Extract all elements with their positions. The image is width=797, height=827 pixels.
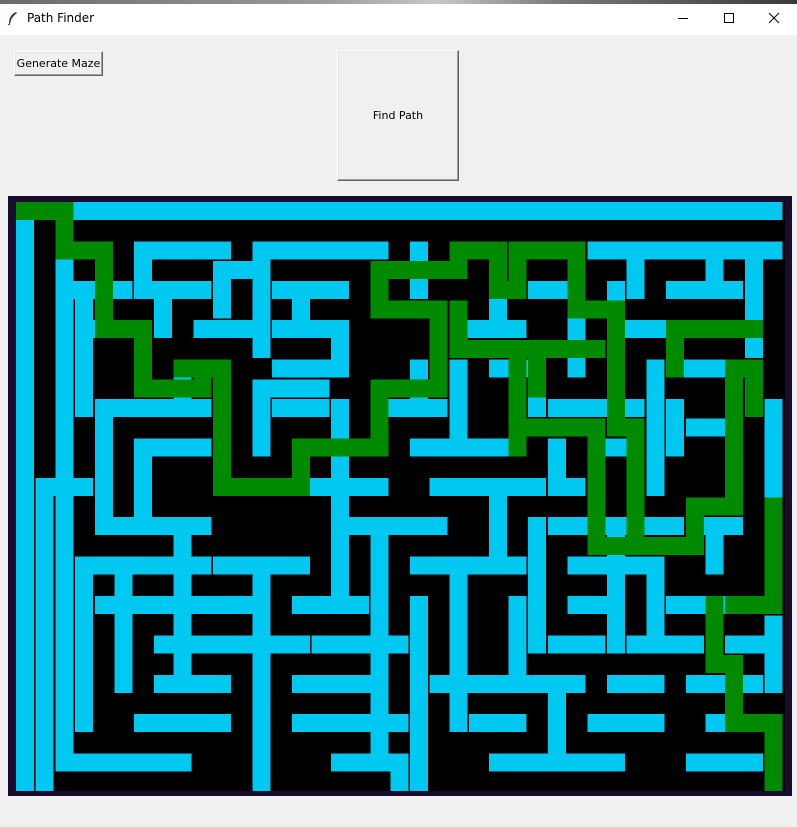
maze-passage <box>272 359 350 378</box>
maze-passage <box>114 556 133 693</box>
maze-passage <box>272 280 350 299</box>
maze-passage <box>75 280 94 417</box>
solution-segment <box>607 300 625 437</box>
maximize-button[interactable] <box>706 4 752 32</box>
maze-passage <box>252 241 271 358</box>
maze-passage <box>311 635 409 654</box>
maze-passage <box>685 753 763 772</box>
maze-passage <box>291 674 389 693</box>
maze-passage <box>508 596 527 693</box>
maze-passage <box>626 635 704 654</box>
maze-passage <box>410 596 428 791</box>
maze-passage <box>528 517 547 654</box>
maze-passage <box>75 556 94 733</box>
maze-passage <box>134 714 231 733</box>
maze-passage <box>153 280 172 339</box>
maze-passage <box>252 241 389 260</box>
maze-passage <box>764 615 783 693</box>
maze-passage <box>291 596 369 614</box>
close-button[interactable] <box>751 4 797 32</box>
maze-passage <box>331 517 448 536</box>
maze-passage <box>272 399 330 417</box>
solution-segment <box>666 320 685 378</box>
maze-passage <box>390 753 409 791</box>
maze-passage <box>55 753 192 772</box>
maze-passage <box>744 241 763 358</box>
close-icon <box>768 12 780 24</box>
solution-segment <box>744 359 763 417</box>
solution-segment <box>626 418 645 555</box>
minimize-button[interactable] <box>660 4 706 32</box>
maze-passage <box>410 556 527 575</box>
maze-passage <box>16 202 783 220</box>
solution-segment <box>587 418 606 555</box>
maze-passage <box>213 261 231 319</box>
maze-passage <box>488 753 625 772</box>
maze-passage <box>252 379 271 457</box>
maze-passage <box>94 399 113 536</box>
maze-passage <box>55 280 133 299</box>
maze-passage <box>567 596 625 614</box>
maze-passage <box>587 714 665 733</box>
maze-passage <box>134 438 153 536</box>
find-path-button[interactable]: Find Path <box>337 50 459 181</box>
maze-passage <box>449 556 468 733</box>
maze-passage <box>153 674 231 693</box>
maze-passage <box>488 477 507 575</box>
maze-passage <box>94 517 212 536</box>
maze-passage <box>607 674 665 693</box>
maze-passage <box>252 556 271 791</box>
maze-passage <box>291 714 409 733</box>
maze-passage <box>666 280 744 299</box>
maze-passage <box>626 241 645 299</box>
maze-passage <box>449 359 468 457</box>
maze-passage <box>646 359 665 496</box>
maze-passage <box>685 674 763 693</box>
maze-grid[interactable] <box>8 196 792 796</box>
maze-passage <box>173 517 192 693</box>
maze-passage <box>705 517 724 575</box>
title-bar: Path Finder <box>0 0 797 35</box>
solution-segment <box>725 596 783 614</box>
feather-icon <box>7 12 17 25</box>
solution-segment <box>764 714 783 791</box>
maze-passage <box>547 438 566 496</box>
window-title: Path Finder <box>27 11 95 25</box>
maze-passage <box>153 635 310 654</box>
maze-passage <box>134 280 212 299</box>
solution-segment <box>587 536 645 555</box>
maze-passage <box>547 635 606 654</box>
solution-segment <box>725 359 744 516</box>
solution-segment <box>528 339 547 398</box>
maze-passage <box>469 714 527 733</box>
maze-passage <box>16 202 34 791</box>
maze-passage <box>666 399 685 457</box>
solution-segment <box>213 359 231 496</box>
minimize-icon <box>678 18 688 19</box>
maximize-icon <box>724 13 734 23</box>
maze-passage <box>429 477 547 496</box>
maze-passage <box>35 477 54 791</box>
solution-segment <box>449 300 468 358</box>
maze-passage <box>55 241 74 772</box>
generate-maze-button[interactable]: Generate Maze <box>14 51 103 76</box>
maze-passage <box>547 399 645 417</box>
